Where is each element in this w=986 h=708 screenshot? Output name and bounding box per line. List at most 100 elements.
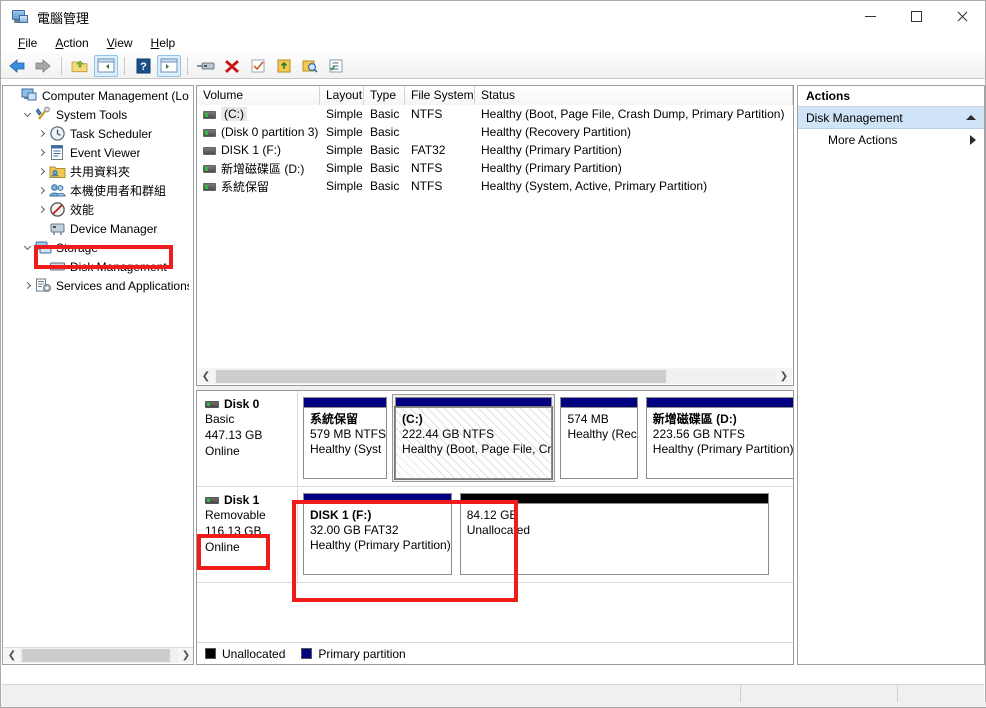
tree-item-system-tools[interactable]: System Tools (3, 105, 193, 124)
volume-cell-type: Basic (370, 161, 400, 175)
show-hide-console-tree-button[interactable] (94, 54, 118, 77)
tree-scroll-left-button[interactable]: ❮ (4, 648, 20, 663)
volume-list-horizontal-scrollbar[interactable]: ❮ ❯ (198, 368, 792, 384)
tree-item-label: 本機使用者和群組 (70, 184, 167, 198)
check-button[interactable] (246, 55, 270, 77)
legend-swatch-unallocated (205, 648, 216, 659)
up-one-level-button[interactable] (68, 55, 92, 77)
svg-text:?: ? (140, 61, 147, 73)
chevron-right-icon[interactable] (33, 124, 49, 143)
menu-help[interactable]: Help (142, 34, 185, 52)
properties-icon (197, 62, 215, 69)
close-button[interactable] (939, 1, 985, 32)
volume-cell-name: 系統保留 (197, 178, 320, 195)
tree-item-[interactable]: 本機使用者和群組 (3, 181, 193, 200)
legend-swatch-primary (301, 648, 313, 659)
volume-scroll-left-button[interactable]: ❮ (198, 369, 214, 384)
partition-block[interactable]: 84.12 GB Unallocated (457, 490, 772, 578)
properties-button[interactable] (194, 55, 218, 77)
chevron-right-icon[interactable] (33, 181, 49, 200)
tree-item-storage[interactable]: Storage (3, 238, 193, 257)
list-button[interactable] (324, 55, 348, 77)
tree-scroll-right-button[interactable]: ❯ (178, 648, 193, 663)
volume-icon-green (203, 128, 216, 137)
tree-item-device-manager[interactable]: Device Manager (3, 219, 193, 238)
volume-cell-name: (Disk 0 partition 3) (197, 125, 320, 139)
volume-scroll-right-button[interactable]: ❯ (776, 369, 792, 384)
volume-scroll-track[interactable] (214, 368, 776, 384)
partition-name: DISK 1 (F:) (310, 508, 372, 522)
search-icon (302, 60, 318, 73)
partition-block[interactable]: 新增磁碟區 (D:) 223.56 GB NTFS Healthy (Primary… (643, 394, 793, 482)
export-button[interactable] (272, 55, 296, 77)
partition-block[interactable]: DISK 1 (F:) 32.00 GB FAT32 Healthy (Primar… (300, 490, 455, 578)
tree-item-disk-management[interactable]: Disk Management (3, 257, 193, 276)
help-button[interactable]: ? (131, 55, 155, 77)
volume-row[interactable]: 系統保留 Simple Basic NTFS Healthy (System, Acti… (197, 177, 793, 195)
tree-scroll-track[interactable] (20, 648, 178, 663)
volume-scroll-thumb[interactable] (216, 369, 666, 383)
disk-info-panel[interactable]: Disk 1 Removable 116.13 GB Online (197, 487, 298, 582)
volume-row[interactable]: (Disk 0 partition 3) Simple Basic Healthy (… (197, 123, 793, 141)
volume-icon-green (203, 110, 216, 119)
maximize-button[interactable] (893, 1, 939, 32)
minimize-button[interactable] (847, 1, 893, 32)
partition-block[interactable]: 系統保留 579 MB NTFS Healthy (Syst (300, 394, 390, 482)
tree-scroll-thumb[interactable] (22, 649, 170, 662)
partition-name: (C:) (402, 412, 423, 426)
chevron-right-icon[interactable] (33, 200, 49, 219)
partition-status: Unallocated (466, 523, 531, 537)
volume-cell-status: Healthy (Boot, Page File, Crash Dump, Pr… (481, 107, 785, 121)
volume-row[interactable]: DISK 1 (F:) Simple Basic FAT32 Healthy (Prim… (197, 141, 793, 159)
tree-item-label: System Tools (56, 107, 128, 122)
tree-item-label: Task Scheduler (70, 126, 153, 141)
delete-button[interactable] (220, 55, 244, 77)
toolbar-separator-1 (61, 56, 62, 75)
menu-file[interactable]: File (9, 34, 46, 52)
actions-group-disk-management[interactable]: Disk Management (798, 107, 984, 129)
search-button[interactable] (298, 55, 322, 77)
menu-view[interactable]: View (98, 34, 142, 52)
tree-item-computer-management-local[interactable]: Computer Management (Local (3, 86, 193, 105)
tree-item-label: Computer Management (Local (42, 88, 189, 103)
volume-column-header-type[interactable]: Type (364, 86, 405, 105)
menu-action[interactable]: Action (46, 34, 97, 52)
tree-item-label: Disk Management (70, 259, 167, 274)
volume-name-text: (Disk 0 partition 3) (221, 125, 319, 139)
chevron-down-icon[interactable] (19, 105, 35, 124)
tree-item-[interactable]: 效能 (3, 200, 193, 219)
partition-details: (C:) 222.44 GB NTFS Healthy (Boot, Page Fi… (394, 406, 554, 480)
partition-block[interactable]: (C:) 222.44 GB NTFS Healthy (Boot, Page Fi… (392, 394, 556, 482)
forward-button[interactable] (31, 55, 55, 77)
tree-horizontal-scrollbar[interactable]: ❮ ❯ (4, 647, 193, 663)
volume-name-text: 新增磁碟區 (D:) (221, 161, 305, 176)
volume-column-header-layout[interactable]: Layout (320, 86, 364, 105)
event-viewer-icon (49, 144, 66, 161)
chevron-down-icon[interactable] (19, 238, 35, 257)
volume-column-header-status[interactable]: Status (475, 86, 793, 105)
disk-info-panel[interactable]: Disk 0 Basic 447.13 GB Online (197, 391, 298, 486)
partition-block[interactable]: 574 MB Healthy (Rec (557, 394, 640, 482)
disk-name-text: Disk 0 (224, 397, 260, 411)
partition-color-bar (560, 397, 638, 407)
chevron-right-icon[interactable] (33, 162, 49, 181)
partition-details: DISK 1 (F:) 32.00 GB FAT32 Healthy (Primar… (303, 503, 452, 575)
chevron-right-icon (970, 135, 976, 145)
tree-item-services-and-applications[interactable]: Services and Applications (3, 276, 193, 295)
volume-row[interactable]: (C:) Simple Basic NTFS Healthy (Boot, Page F… (197, 105, 793, 123)
back-button[interactable] (5, 55, 29, 77)
partition-status: Healthy (Boot, Page File, Cr (402, 442, 552, 456)
actions-item-more-actions[interactable]: More Actions (798, 129, 984, 151)
chevron-right-icon[interactable] (33, 143, 49, 162)
volume-row[interactable]: 新增磁碟區 (D:) Simple Basic NTFS Healthy (Primar… (197, 159, 793, 177)
show-hide-action-pane-button[interactable] (157, 54, 181, 77)
volume-cell-status: Healthy (Recovery Partition) (481, 125, 632, 139)
volume-column-header-file-system[interactable]: File System (405, 86, 475, 105)
partition-color-bar (303, 397, 388, 407)
disk-capacity-text: 116.13 GB (205, 524, 262, 538)
tree-item-[interactable]: 共用資料夾 (3, 162, 193, 181)
tree-item-event-viewer[interactable]: Event Viewer (3, 143, 193, 162)
tree-item-task-scheduler[interactable]: Task Scheduler (3, 124, 193, 143)
volume-column-header-volume[interactable]: Volume (197, 86, 320, 105)
chevron-right-icon[interactable] (19, 276, 35, 295)
